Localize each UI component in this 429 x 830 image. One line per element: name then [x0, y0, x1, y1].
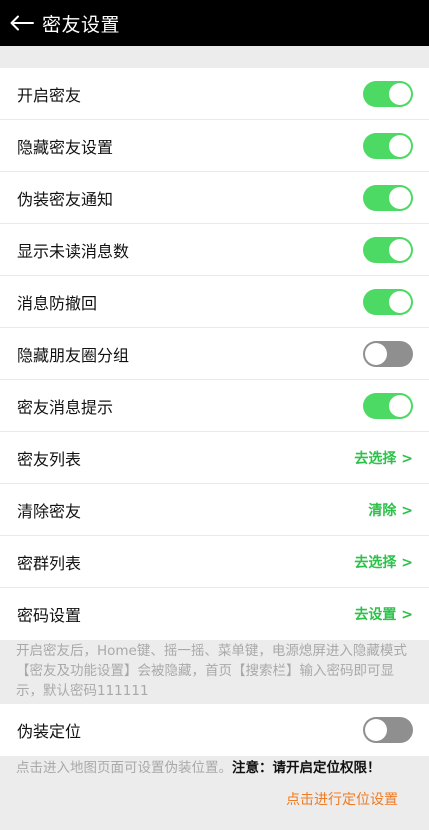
setting-label: 隐藏密友设置	[17, 137, 114, 157]
setting-label: 消息防撤回	[17, 293, 98, 313]
location-group: 伪装定位	[0, 704, 429, 756]
setting-label: 清除密友	[17, 501, 82, 521]
setting-row-anti-recall: 消息防撤回	[0, 276, 429, 328]
toggle-knob	[365, 719, 387, 741]
select-groups-link[interactable]: 去选择 >	[354, 552, 413, 572]
setting-row-hide-moments-group: 隐藏朋友圈分组	[0, 328, 429, 380]
fake-location-toggle[interactable]	[363, 717, 413, 743]
clear-friends-link[interactable]: 清除 >	[368, 500, 413, 520]
toggle-knob	[389, 238, 411, 261]
setting-row-enable: 开启密友	[0, 68, 429, 120]
toggle-knob	[365, 342, 387, 365]
select-friends-link[interactable]: 去选择 >	[354, 448, 413, 468]
toggle-knob	[389, 82, 411, 105]
enable-toggle[interactable]	[363, 80, 413, 107]
location-note-text: 点击进入地图页面可设置伪装位置。	[16, 760, 232, 776]
toggle-knob	[389, 394, 411, 417]
back-button[interactable]	[2, 0, 42, 46]
unread-count-toggle[interactable]	[363, 236, 413, 263]
app-bar: 密友设置	[0, 0, 429, 46]
setting-row-disguise-notify: 伪装密友通知	[0, 172, 429, 224]
setting-row-hide-settings: 隐藏密友设置	[0, 120, 429, 172]
toggle-knob	[389, 290, 411, 313]
setting-label: 密友消息提示	[17, 397, 114, 417]
message-alert-toggle[interactable]	[363, 392, 413, 419]
setting-label: 隐藏朋友圈分组	[17, 345, 130, 365]
setting-label: 伪装定位	[17, 722, 82, 741]
anti-recall-toggle[interactable]	[363, 288, 413, 315]
setting-row-fake-location: 伪装定位	[0, 704, 429, 756]
setting-row-message-alert: 密友消息提示	[0, 380, 429, 432]
setting-row-group-list[interactable]: 密群列表 去选择 >	[0, 536, 429, 588]
location-settings-link[interactable]: 点击进行定位设置	[286, 789, 398, 809]
set-password-link[interactable]: 去设置 >	[354, 604, 413, 624]
setting-row-friend-list[interactable]: 密友列表 去选择 >	[0, 432, 429, 484]
setting-label: 密友列表	[17, 449, 82, 469]
disguise-notify-toggle[interactable]	[363, 184, 413, 211]
setting-row-clear-friends[interactable]: 清除密友 清除 >	[0, 484, 429, 536]
setting-label: 密群列表	[17, 553, 82, 573]
setting-row-unread-count: 显示未读消息数	[0, 224, 429, 276]
setting-row-password[interactable]: 密码设置 去设置 >	[0, 588, 429, 640]
page-title: 密友设置	[42, 13, 121, 36]
setting-label: 显示未读消息数	[17, 241, 130, 261]
hide-moments-group-toggle[interactable]	[363, 340, 413, 367]
location-warning: 注意：请开启定位权限！	[232, 760, 381, 776]
location-note: 点击进入地图页面可设置伪装位置。注意：请开启定位权限！	[0, 758, 429, 778]
setting-label: 伪装密友通知	[17, 189, 114, 209]
setting-label: 密码设置	[17, 606, 82, 625]
setting-label: 开启密友	[17, 85, 82, 105]
settings-group: 开启密友 隐藏密友设置 伪装密友通知 显示未读消息数 消息防撤回 隐藏朋友圈分组…	[0, 68, 429, 640]
toggle-knob	[389, 134, 411, 157]
toggle-knob	[389, 186, 411, 209]
help-note: 开启密友后，Home键、摇一摇、菜单键，电源熄屏进入隐藏模式【密友及功能设置】会…	[16, 643, 407, 699]
back-arrow-icon	[10, 15, 34, 31]
hide-settings-toggle[interactable]	[363, 132, 413, 159]
